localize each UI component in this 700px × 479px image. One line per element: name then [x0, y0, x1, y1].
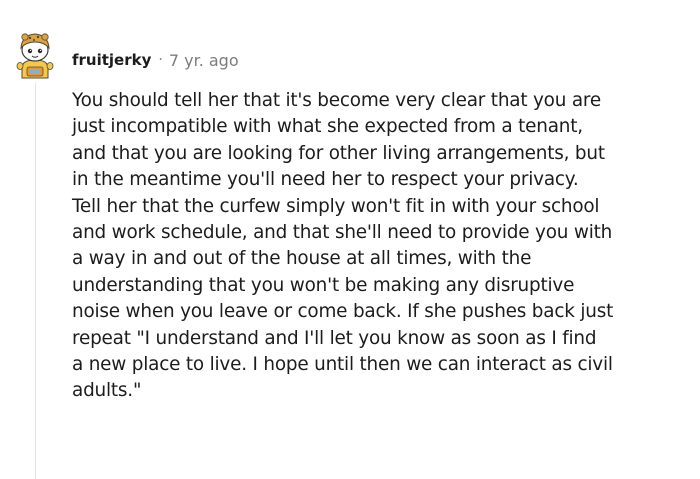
comment-body-line: and that you are looking for other livin…: [72, 142, 605, 164]
comment: fruitjerky · 7 yr. ago You should tell h…: [0, 0, 700, 479]
comment-body-line: in the meantime you'll need her to respe…: [72, 169, 579, 191]
comment-body-line: just incompatible with what she expected…: [72, 116, 583, 138]
avatar[interactable]: [10, 30, 60, 80]
author-username[interactable]: fruitjerky: [72, 51, 151, 69]
comment-header: fruitjerky · 7 yr. ago: [72, 49, 239, 71]
comment-body-line: noise when you leave or come back. If sh…: [72, 301, 614, 323]
comment-body: You should tell her that it's become ver…: [72, 88, 694, 405]
comment-body-line: You should tell her that it's become ver…: [72, 90, 601, 111]
comment-body-line: a new place to live. I hope until then w…: [72, 353, 613, 375]
thread-line[interactable]: [35, 82, 36, 479]
comment-body-line: and work schedule, and that she'll need …: [72, 221, 613, 243]
comment-timestamp[interactable]: 7 yr. ago: [169, 51, 239, 70]
comment-body-line: understanding that you won't be making a…: [72, 274, 575, 296]
meta-separator: ·: [158, 52, 163, 68]
comment-body-line: repeat "I understand and I'll let you kn…: [72, 327, 597, 349]
comment-body-line: Tell her that the curfew simply won't fi…: [72, 195, 600, 217]
comment-body-line: a way in and out of the house at all tim…: [72, 248, 532, 270]
comment-body-line: adults.": [72, 380, 142, 402]
snoo-avatar-icon: [16, 33, 54, 79]
